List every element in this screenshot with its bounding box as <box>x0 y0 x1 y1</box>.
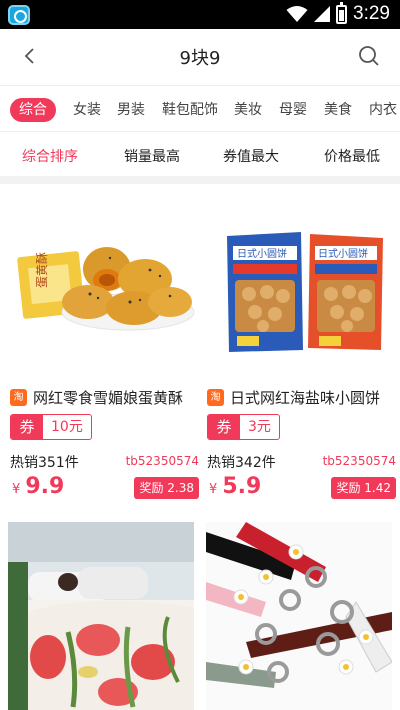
product-title-row: 淘 网红零食雪媚娘蛋黄酥 <box>10 387 205 407</box>
product-image-blanket[interactable] <box>8 522 194 710</box>
coupon-label: 券 <box>208 415 240 439</box>
price-symbol: ¥ <box>209 482 218 497</box>
sort-coupon[interactable]: 券值最大 <box>223 146 279 166</box>
coupon-value: 3元 <box>248 419 271 435</box>
product-title-row: 淘 日式网红海盐味小圆饼 <box>207 387 400 407</box>
tab-category-all[interactable]: 综合 <box>10 98 56 122</box>
page-title: 9块9 <box>179 48 221 69</box>
product-image-belts[interactable] <box>206 522 392 710</box>
sort-default[interactable]: 综合排序 <box>22 146 78 166</box>
search-icon[interactable] <box>356 43 382 69</box>
seller-id: tb52350574 <box>125 454 199 468</box>
tab-category-women[interactable]: 女装 <box>73 98 101 122</box>
price-symbol: ¥ <box>12 482 21 497</box>
coupon-badge[interactable]: 券 10元 <box>10 414 92 440</box>
reward-badge: 奖励 1.42 <box>331 477 396 499</box>
svg-text:蛋黄酥: 蛋黄酥 <box>35 252 49 288</box>
seller-id: tb52350574 <box>322 454 396 468</box>
sold-count: 热销351件 <box>10 455 79 471</box>
coupon-badge[interactable]: 券 3元 <box>207 414 280 440</box>
sort-price[interactable]: 价格最低 <box>324 146 380 166</box>
sold-count: 热销342件 <box>207 455 276 471</box>
sort-bar: 综合排序 销量最高 券值最大 价格最低 <box>0 131 400 176</box>
status-time: 3:29 <box>353 3 390 24</box>
category-tabs: 综合 女装 男装 鞋包配饰 美妆 母婴 美食 内衣 <box>0 85 400 131</box>
status-bar: 3:29 <box>0 0 400 29</box>
status-right: 3:29 <box>286 1 390 25</box>
product-grid: 蛋黄酥 淘 网红零食雪媚娘蛋黄酥 券 10元 热销351件 tb52350574 <box>0 184 400 710</box>
price-value: 5.9 <box>222 474 262 499</box>
taobao-icon: 淘 <box>10 388 27 406</box>
battery-icon <box>336 1 348 24</box>
product-title[interactable]: 日式网红海盐味小圆饼 <box>230 387 398 408</box>
product-title[interactable]: 网红零食雪媚娘蛋黄酥 <box>33 387 201 408</box>
tab-category-baby[interactable]: 母婴 <box>279 98 307 122</box>
coupon-value: 10元 <box>51 419 83 435</box>
sort-sales[interactable]: 销量最高 <box>124 146 180 166</box>
product-image-egg-yolk-pastry[interactable]: 蛋黄酥 <box>10 184 205 374</box>
tab-category-shoes-bags[interactable]: 鞋包配饰 <box>162 98 218 122</box>
wifi-icon <box>286 6 308 22</box>
signal-icon <box>314 6 331 22</box>
price-value: 9.9 <box>25 474 65 499</box>
nav-bar: 9块9 <box>0 29 400 85</box>
reward-badge: 奖励 2.38 <box>134 477 199 499</box>
tab-category-food[interactable]: 美食 <box>324 98 352 122</box>
tab-category-beauty[interactable]: 美妆 <box>234 98 262 122</box>
product-image-sea-salt-biscuits[interactable]: 日式小圆饼 日式小圆饼 <box>207 184 400 374</box>
price: ¥ 5.9 <box>209 474 261 499</box>
coupon-label: 券 <box>11 415 43 439</box>
price: ¥ 9.9 <box>12 474 64 499</box>
svg-text:日式小圆饼: 日式小圆饼 <box>318 247 368 260</box>
tab-category-underwear[interactable]: 内衣 <box>369 98 397 122</box>
tab-category-men[interactable]: 男装 <box>117 98 145 122</box>
svg-text:日式小圆饼: 日式小圆饼 <box>237 247 287 260</box>
taobao-icon: 淘 <box>207 388 224 406</box>
app-icon <box>8 5 30 25</box>
